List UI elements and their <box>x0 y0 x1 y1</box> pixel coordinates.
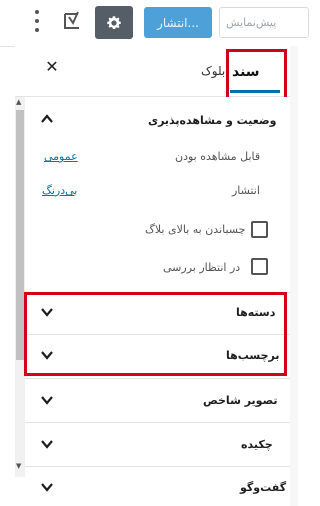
excerpt-title: چکیده <box>241 438 273 451</box>
tab-block[interactable]: بلوک <box>201 64 225 78</box>
discussion-title: گفت‌وگو <box>240 481 287 494</box>
vertical-dots-icon[interactable] <box>33 10 41 32</box>
divider <box>25 466 290 467</box>
highlight-box-document-tab <box>226 49 287 100</box>
editor-toolbar: انتشار... پیش‌نمایش <box>0 0 309 47</box>
publish-button[interactable]: انتشار... <box>144 7 212 38</box>
gear-icon <box>107 15 121 29</box>
scroll-up-arrow-icon[interactable]: ▲ <box>16 98 21 106</box>
chevron-up-icon <box>41 114 53 123</box>
yoast-logo-icon[interactable] <box>62 10 84 32</box>
divider <box>25 422 290 423</box>
sticky-checkbox[interactable] <box>251 221 268 238</box>
visibility-value-link[interactable]: عمومی <box>44 150 78 163</box>
chevron-down-icon <box>41 440 53 449</box>
publish-label: انتشار <box>232 184 260 197</box>
pending-review-checkbox[interactable] <box>251 258 268 275</box>
highlight-box-categories-tags <box>24 292 287 376</box>
settings-button[interactable] <box>95 6 133 39</box>
featured-image-title: تصویر شاخص <box>203 394 278 407</box>
chevron-down-icon <box>41 396 53 405</box>
scroll-down-arrow-icon[interactable]: ▼ <box>16 462 21 470</box>
pending-review-label: در انتظار بررسی <box>163 261 241 274</box>
visibility-label: قابل مشاهده بودن <box>175 150 261 163</box>
status-visibility-title: وضعیت و مشاهده‌پذیری <box>148 114 277 127</box>
chevron-down-icon <box>41 483 53 492</box>
scrollbar-thumb[interactable] <box>16 110 24 360</box>
sticky-label: چسباندن به بالای بلاگ <box>145 223 246 236</box>
publish-date-link[interactable]: بی‌درنگ <box>42 184 77 197</box>
preview-button[interactable]: پیش‌نمایش <box>219 7 309 38</box>
close-icon[interactable]: ✕ <box>43 58 61 76</box>
sidebar-edge <box>290 46 298 506</box>
divider <box>25 378 290 379</box>
